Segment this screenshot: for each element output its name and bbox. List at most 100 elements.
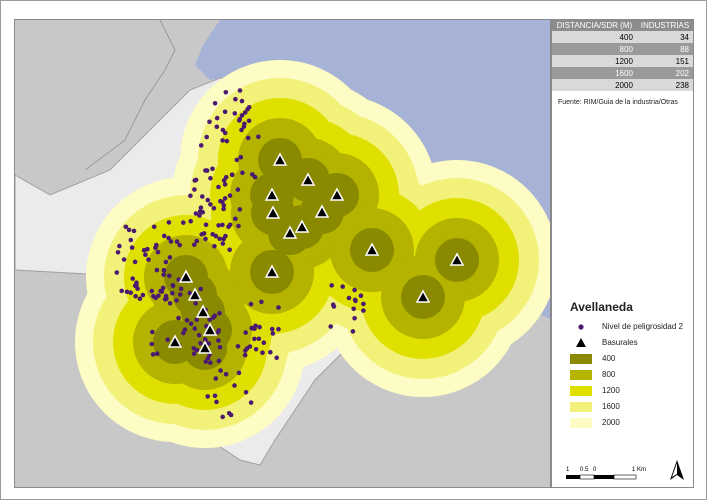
industry-point	[161, 267, 167, 273]
industry-point	[149, 341, 155, 347]
industry-point	[256, 336, 262, 342]
industry-point	[166, 220, 172, 225]
legend-label: 400	[602, 354, 616, 363]
industry-point	[237, 116, 243, 122]
industry-point	[240, 170, 245, 176]
triangle-icon	[576, 338, 586, 347]
north-arrow-icon	[670, 460, 684, 480]
industry-point	[252, 336, 257, 342]
industry-point	[214, 399, 219, 405]
industry-point	[270, 331, 276, 336]
industry-point	[158, 288, 163, 294]
industry-point	[214, 115, 220, 121]
industry-point	[174, 298, 179, 303]
industry-point	[238, 155, 244, 160]
industry-point	[329, 283, 335, 288]
industry-point	[174, 239, 180, 244]
industry-point	[222, 182, 228, 187]
cell-distance: 1200	[552, 55, 637, 67]
industry-point	[211, 206, 217, 211]
industry-point	[192, 326, 198, 331]
swatch	[570, 402, 592, 412]
table-row: 1200 151	[552, 55, 693, 67]
industry-point	[155, 249, 161, 255]
swatch	[570, 354, 592, 364]
industry-point	[213, 233, 219, 239]
industry-point	[154, 267, 160, 273]
distance-industry-table: DISTANCIA/SDR (M) INDUSTRIAS 400 34 800 88…	[552, 20, 693, 91]
map-svg	[15, 20, 550, 487]
industry-point	[276, 326, 281, 332]
industry-point	[193, 211, 199, 216]
industry-point	[203, 222, 209, 228]
industry-point	[223, 90, 229, 95]
industry-point	[154, 351, 160, 357]
industry-point	[149, 288, 155, 294]
industry-point	[178, 286, 184, 292]
cell-distance: 400	[552, 31, 637, 43]
scale-tick-label: 0	[593, 467, 597, 473]
industry-point	[156, 293, 161, 299]
industry-point	[256, 134, 261, 140]
industry-point	[232, 111, 238, 116]
industry-point	[167, 273, 172, 279]
swatch	[570, 386, 592, 396]
industry-point	[248, 301, 254, 307]
industry-point	[119, 288, 124, 294]
industry-point	[222, 196, 228, 201]
swatch	[570, 418, 592, 428]
industry-point	[220, 138, 225, 143]
industry-point	[274, 355, 280, 361]
table-row: 400 34	[552, 31, 693, 43]
industry-point	[151, 294, 156, 299]
industry-point	[235, 187, 241, 192]
industry-point	[217, 345, 223, 350]
industry-point	[150, 352, 156, 357]
industry-point	[132, 259, 138, 265]
map-sidebar: DISTANCIA/SDR (M) INDUSTRIAS 400 34 800 88…	[551, 19, 694, 488]
industry-point	[198, 341, 203, 346]
industry-point	[205, 394, 210, 399]
industry-point	[130, 276, 135, 281]
industry-point	[352, 287, 357, 293]
industry-point	[212, 313, 217, 319]
industry-point	[150, 329, 155, 335]
industry-point	[184, 318, 190, 323]
table-row: 800 88	[552, 43, 693, 55]
cell-industries: 238	[636, 79, 693, 91]
industry-point	[230, 172, 235, 178]
industry-point	[198, 205, 204, 210]
industry-point	[220, 241, 226, 246]
industry-point	[131, 228, 137, 234]
industry-point	[248, 400, 254, 405]
industry-point	[163, 259, 169, 265]
industry-point	[239, 98, 245, 104]
industry-point	[207, 119, 212, 125]
industry-point	[351, 306, 357, 312]
header-industries: INDUSTRIAS	[636, 20, 693, 31]
industry-point	[232, 383, 237, 388]
industry-point	[239, 127, 244, 133]
table-header-row: DISTANCIA/SDR (M) INDUSTRIAS	[552, 20, 693, 31]
industry-point	[129, 245, 135, 250]
industry-point	[276, 305, 281, 310]
industry-point	[188, 321, 194, 327]
industry-point	[203, 236, 208, 242]
industry-point	[328, 324, 334, 329]
industry-point	[194, 238, 200, 244]
map-canvas[interactable]	[14, 19, 551, 488]
industry-point	[237, 88, 243, 93]
industry-point	[216, 358, 222, 364]
industry-point	[340, 284, 346, 289]
scale-bar-graphic: 1 0.5 0 1 Km	[566, 467, 646, 480]
industry-point	[204, 134, 209, 140]
industry-point	[151, 224, 157, 230]
industry-point	[199, 232, 204, 237]
industry-point	[167, 255, 173, 260]
industry-point	[137, 296, 143, 302]
industry-point	[194, 347, 200, 353]
industry-point	[205, 197, 211, 203]
industry-point	[212, 101, 218, 106]
legend-label: 1200	[602, 386, 620, 395]
purple-dot-icon	[578, 324, 584, 330]
